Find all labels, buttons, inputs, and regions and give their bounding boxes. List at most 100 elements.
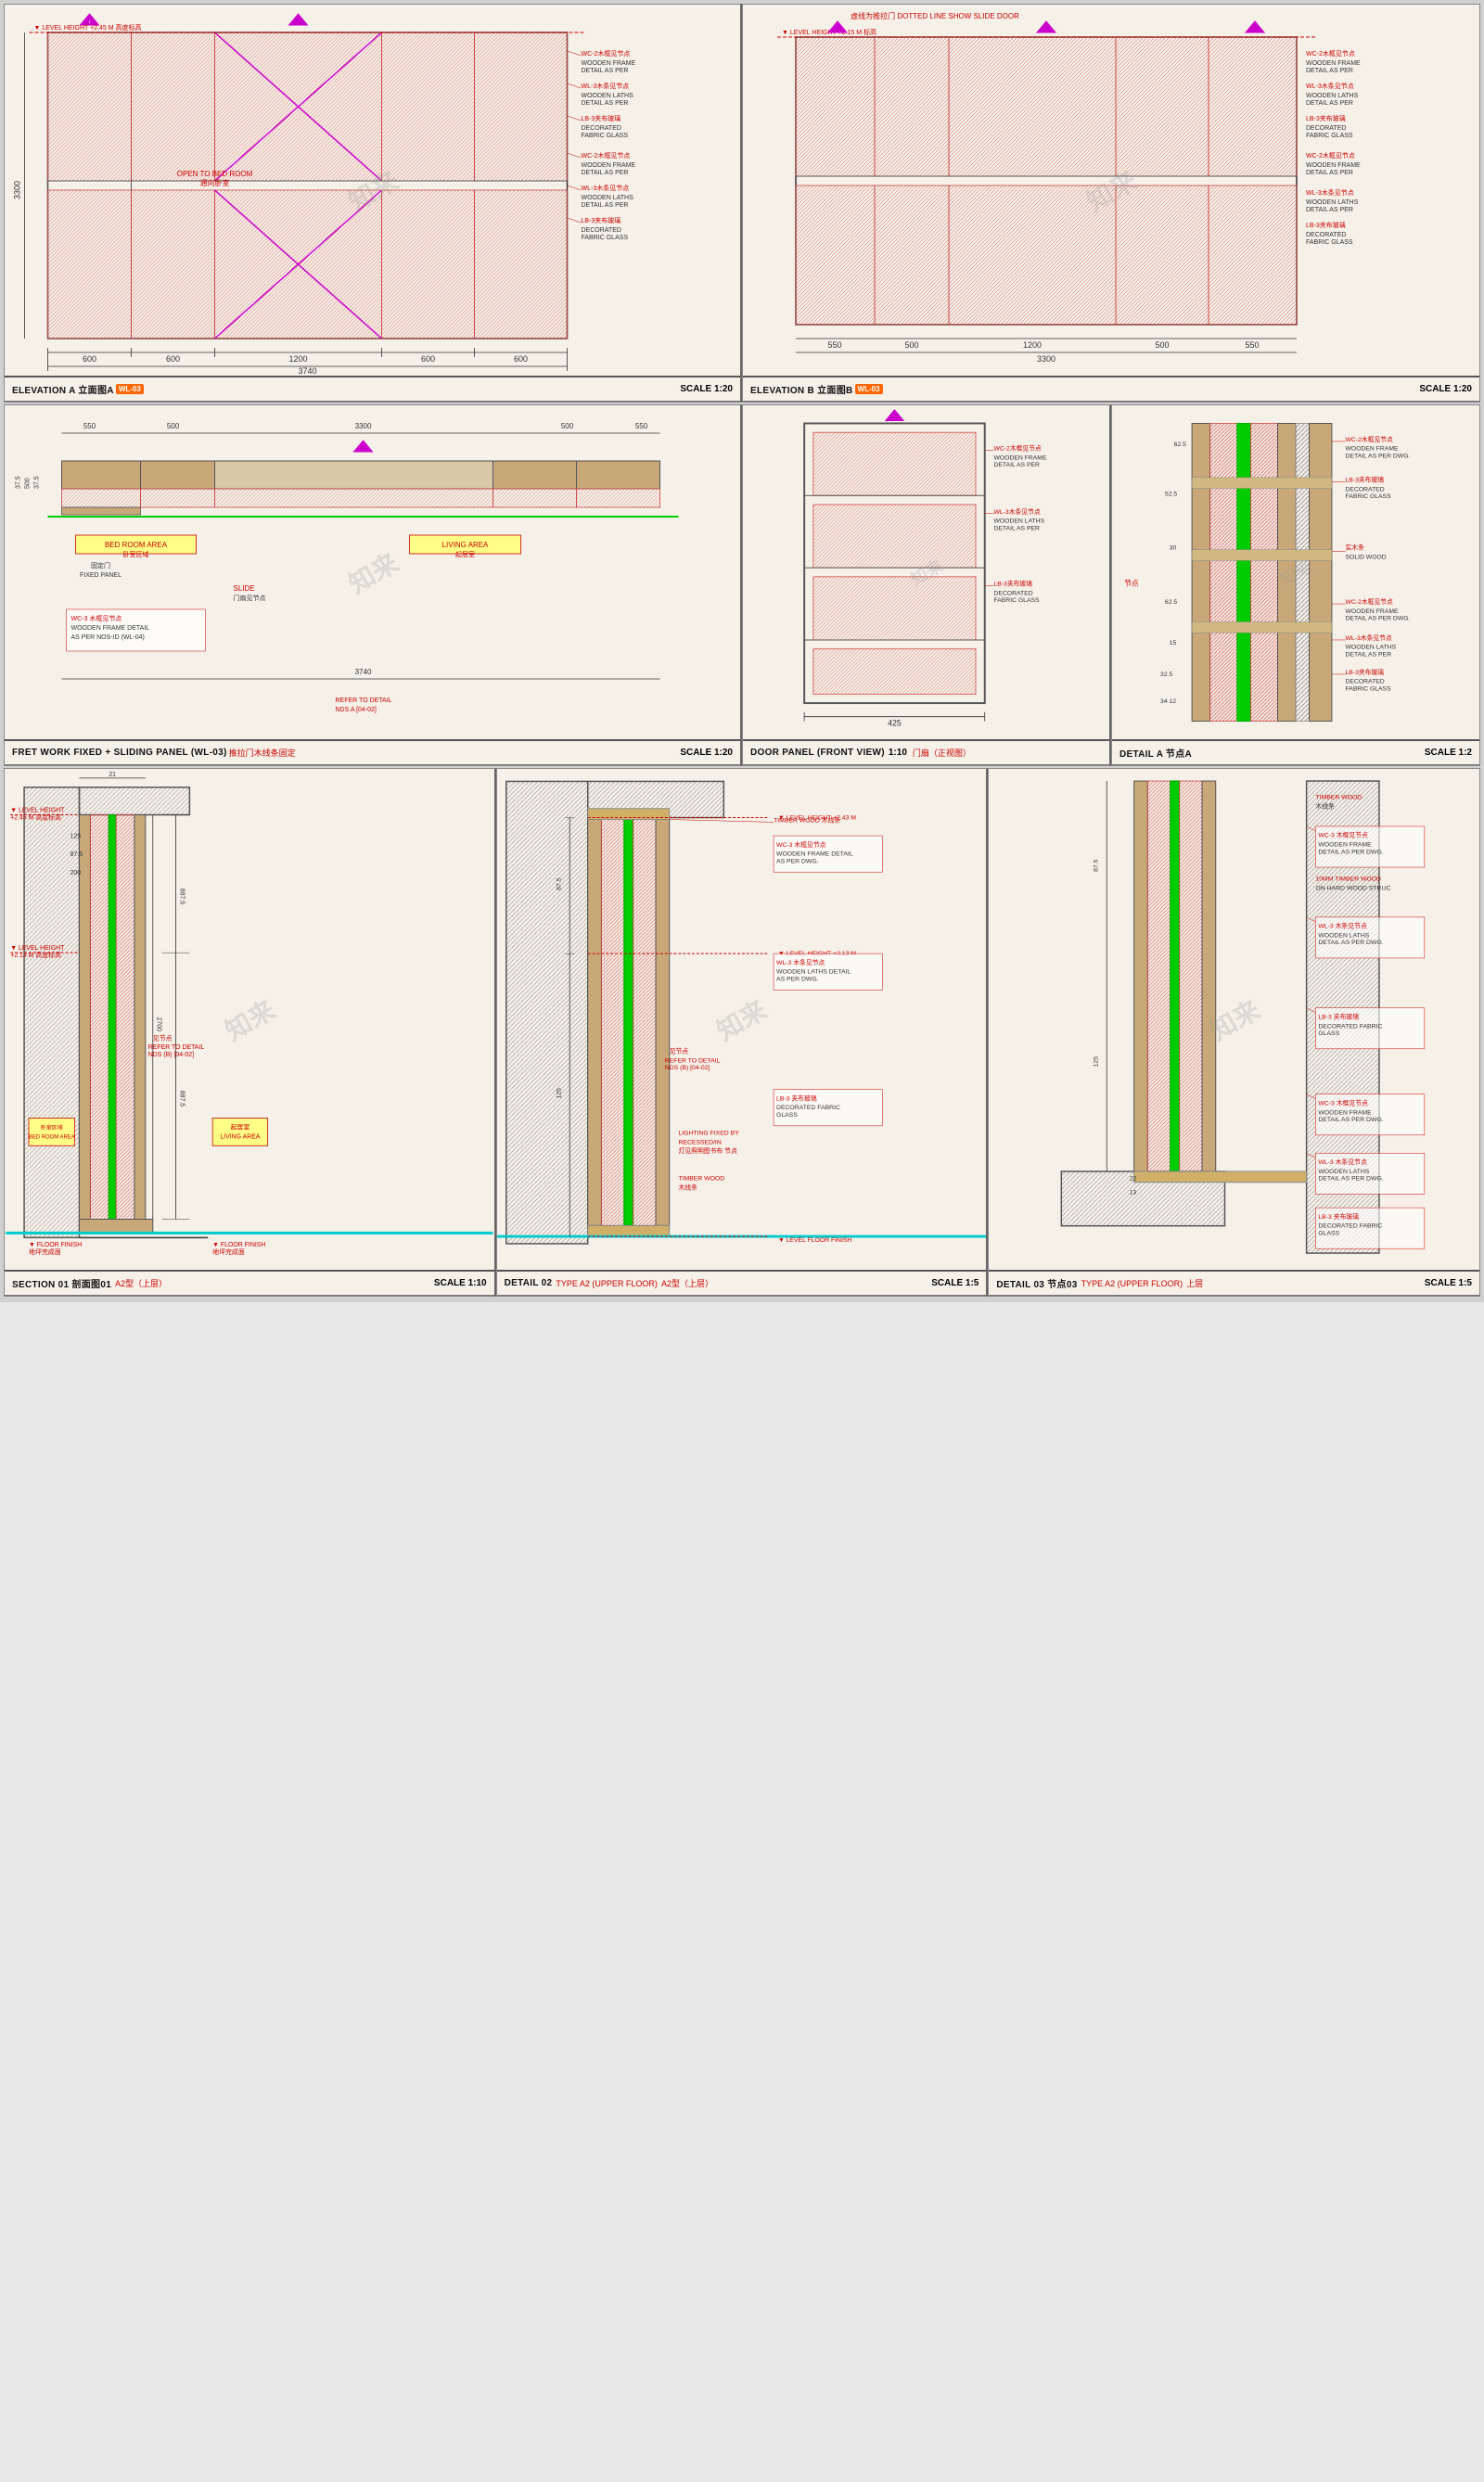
svg-text:3740: 3740 (355, 668, 372, 676)
svg-text:▼ LEVEL HEIGHT: ▼ LEVEL HEIGHT (10, 945, 65, 952)
svg-text:DETAIL AS PER: DETAIL AS PER (993, 462, 1040, 468)
svg-text:木线条: 木线条 (678, 1183, 697, 1191)
svg-text:WL-3木条见节点: WL-3木条见节点 (1346, 633, 1392, 642)
svg-text:500: 500 (1155, 340, 1169, 350)
svg-text:NDS (B) [04-02]: NDS (B) [04-02] (148, 1052, 194, 1058)
svg-text:500: 500 (561, 422, 574, 430)
svg-text:GLASS: GLASS (776, 1112, 798, 1119)
svg-text:DETAIL AS PER: DETAIL AS PER (582, 202, 629, 209)
svg-text:37.5: 37.5 (16, 476, 22, 489)
fret-work-cn: 推拉门木线条固定 (229, 747, 296, 759)
detail-03-panel: 知来 (988, 768, 1480, 1297)
elevation-a-wl: WL-03 (116, 384, 144, 394)
svg-text:WOODEN FRAME: WOODEN FRAME (1346, 446, 1399, 453)
svg-text:600: 600 (514, 354, 528, 364)
svg-text:WC-2木框见节点: WC-2木框见节点 (582, 151, 631, 160)
detail-03-title: DETAIL 03 节点03 (996, 1276, 1077, 1290)
svg-text:AS PER NOS-ID (WL-04): AS PER NOS-ID (WL-04) (71, 634, 145, 641)
detail-03-cn: 上层 (1186, 1277, 1203, 1289)
detail-02-caption: DETAIL 02 TYPE A2 (UPPER FLOOR) A2型（上层） … (497, 1270, 987, 1296)
svg-text:门扇见节点: 门扇见节点 (234, 594, 266, 602)
svg-text:600: 600 (421, 354, 435, 364)
svg-text:TIMBER WOOD 木线条: TIMBER WOOD 木线条 (774, 815, 840, 824)
svg-text:DECORATED: DECORATED (582, 227, 621, 234)
section-01-type-cn: A2型（上层） (115, 1277, 167, 1289)
svg-text:DECORATED FABRIC: DECORATED FABRIC (776, 1105, 840, 1111)
svg-text:起居室: 起居室 (455, 550, 475, 558)
svg-text:WC-3 木框见节点: WC-3 木框见节点 (1319, 831, 1369, 839)
svg-text:62.5: 62.5 (1174, 441, 1186, 448)
svg-text:虚线为推拉门 DOTTED LINE SHOW SLIDE: 虚线为推拉门 DOTTED LINE SHOW SLIDE DOOR (851, 11, 1019, 20)
main-container: 知来 (0, 0, 1484, 1302)
svg-text:DETAIL AS PER: DETAIL AS PER (1306, 68, 1353, 74)
svg-text:500: 500 (904, 340, 918, 350)
svg-text:WOODEN FRAME DETAIL: WOODEN FRAME DETAIL (71, 625, 150, 632)
svg-text:AS PER DWG.: AS PER DWG. (776, 976, 819, 982)
svg-text:WL-3木条见节点: WL-3木条见节点 (1306, 188, 1354, 197)
detail-a-title: DETAIL A 节点A (1119, 746, 1192, 760)
svg-text:▼ LEVEL HEIGHT +2.45 M 高度标高: ▼ LEVEL HEIGHT +2.45 M 高度标高 (34, 23, 142, 32)
svg-text:3740: 3740 (298, 366, 316, 376)
svg-text:DETAIL AS PER: DETAIL AS PER (1306, 207, 1353, 213)
section-01-caption: SECTION 01 剖面图01 A2型（上层） SCALE 1:10 (5, 1270, 494, 1296)
svg-text:WL-3木条见节点: WL-3木条见节点 (582, 82, 630, 90)
elevation-b-title: ELEVATION B 立面图B (750, 382, 853, 396)
svg-text:887.5: 887.5 (178, 889, 185, 904)
svg-text:LB-3夹布玻璃: LB-3夹布玻璃 (582, 114, 621, 122)
svg-text:DECORATED: DECORATED (1346, 679, 1385, 685)
svg-text:WOODEN FRAME: WOODEN FRAME (1306, 162, 1361, 169)
svg-text:WL-3木条见节点: WL-3木条见节点 (1306, 82, 1354, 90)
detail-03-svg: TIMBER WOOD 木线条 WC-3 木框见节点 WOODEN FRAME … (989, 769, 1479, 1270)
svg-text:15: 15 (1170, 640, 1177, 646)
svg-text:LIVING AREA: LIVING AREA (442, 541, 489, 549)
svg-text:WOODEN FRAME DETAIL: WOODEN FRAME DETAIL (776, 851, 853, 858)
elevation-b-wl: WL-03 (855, 384, 883, 394)
section-01-svg: ▼ LEVEL HEIGHT +2.45 M 高度标高 ▼ LEVEL HEIG… (5, 769, 494, 1270)
svg-text:地坪完成面: 地坪完成面 (29, 1247, 61, 1256)
svg-text:地坪完成面: 地坪完成面 (212, 1247, 245, 1256)
svg-text:BED ROOM AREA: BED ROOM AREA (105, 541, 168, 549)
svg-text:WC-3 木框见节点: WC-3 木框见节点 (1319, 1099, 1369, 1107)
svg-text:DETAIL AS PER DWG.: DETAIL AS PER DWG. (1346, 453, 1411, 459)
svg-text:DETAIL AS PER: DETAIL AS PER (1306, 100, 1353, 107)
elevation-a-svg: 600 600 1200 600 600 3740 3300 ↓ WC-2木框见… (5, 5, 740, 376)
svg-text:WOODEN FRAME: WOODEN FRAME (582, 162, 636, 169)
elevation-b-caption: ELEVATION B 立面图B WL-03 SCALE 1:20 (743, 376, 1479, 402)
detail-03-type: TYPE A2 (UPPER FLOOR) (1081, 1279, 1183, 1288)
svg-text:AS PER DWG.: AS PER DWG. (776, 858, 819, 864)
svg-text:↓: ↓ (88, 19, 92, 25)
svg-text:DECORATED FABRIC: DECORATED FABRIC (1319, 1023, 1383, 1030)
svg-text:WC-3 木框见节点: WC-3 木框见节点 (776, 840, 826, 849)
detail-a-panel: 知来 (1111, 404, 1480, 766)
elevation-b-svg: 虚线为推拉门 DOTTED LINE SHOW SLIDE DOOR (743, 5, 1479, 376)
svg-text:62.5: 62.5 (1165, 599, 1177, 606)
svg-text:3300: 3300 (13, 181, 22, 199)
svg-text:WC-2木框见节点: WC-2木框见节点 (1306, 151, 1355, 160)
svg-text:WOODEN FRAME: WOODEN FRAME (1319, 1109, 1373, 1116)
fret-work-svg: 550 500 3300 500 550 (5, 405, 740, 739)
svg-text:125: 125 (70, 833, 82, 839)
svg-text:+2.45 M 高度标高: +2.45 M 高度标高 (10, 812, 61, 821)
svg-text:DETAIL AS PER: DETAIL AS PER (582, 100, 629, 107)
detail-02-panel: 知来 (496, 768, 989, 1297)
svg-text:WL-3木条见节点: WL-3木条见节点 (582, 184, 630, 192)
svg-text:125: 125 (1094, 1056, 1100, 1068)
detail-03-scale: SCALE 1:5 (1425, 1278, 1472, 1288)
door-panel-scale: 1:10 (889, 748, 907, 758)
section-01-panel: 知来 (4, 768, 496, 1297)
svg-text:887.5: 887.5 (178, 1091, 185, 1107)
svg-text:1200: 1200 (288, 354, 307, 364)
svg-text:3300: 3300 (355, 422, 372, 430)
svg-text:500: 500 (25, 478, 32, 489)
elevation-a-panel: 知来 (4, 4, 742, 403)
svg-text:LB-3夹布玻璃: LB-3夹布玻璃 (1306, 221, 1346, 229)
svg-text:OPEN TO BED ROOM: OPEN TO BED ROOM (177, 170, 253, 178)
svg-text:WL-3 木条见节点: WL-3 木条见节点 (1319, 922, 1368, 930)
svg-text:WOODEN FRAME: WOODEN FRAME (582, 60, 636, 67)
svg-text:卧室区域: 卧室区域 (41, 1123, 63, 1131)
svg-text:500: 500 (167, 422, 180, 430)
svg-text:550: 550 (635, 422, 648, 430)
door-panel: 知来 (742, 404, 1111, 766)
svg-text:DETAIL AS PER: DETAIL AS PER (582, 68, 629, 74)
section-01-title: SECTION 01 剖面图01 (12, 1276, 111, 1290)
